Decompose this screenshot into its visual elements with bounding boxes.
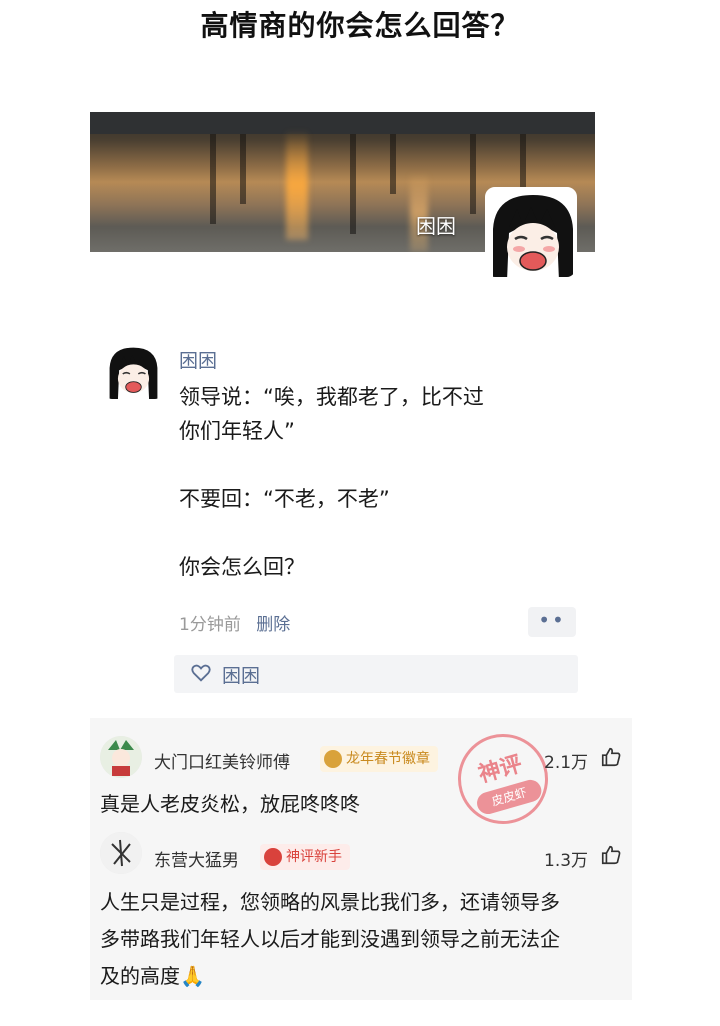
- author-avatar[interactable]: [106, 344, 161, 399]
- dragon-badge-icon: [324, 750, 342, 768]
- comments-section: 神评 皮皮虾 大门口红美铃师傅 龙年春节徽章 2.1万 真是人老皮炎松，放屁咚咚…: [90, 718, 632, 1000]
- comment-text-line: 人生只是过程，您领略的风景比我们多，还请领导多: [100, 890, 560, 914]
- post-line: 你们年轻人”: [179, 419, 295, 443]
- character-avatar-icon: [100, 736, 142, 778]
- hot-comment-stamp: 神评 皮皮虾: [447, 723, 559, 835]
- user-badge[interactable]: 龙年春节徽章: [320, 746, 438, 772]
- profile-avatar[interactable]: [485, 187, 577, 279]
- commenter-name[interactable]: 东营大猛男: [154, 846, 239, 871]
- page-title: 高情商的你会怎么回答？: [200, 9, 520, 42]
- comment-like-count: 1.3万: [544, 851, 589, 871]
- anime-girl-avatar-icon: [487, 189, 575, 277]
- comment-text: 真是人老皮炎松，放屁咚咚咚: [100, 792, 360, 816]
- post-line: 你会怎么回？: [179, 555, 305, 579]
- post-line: 不要回：“不老，不老”: [179, 487, 390, 511]
- thumbs-up-icon[interactable]: [600, 746, 622, 768]
- banner-username: 困困: [416, 214, 456, 238]
- post-line: 领导说：“唉，我都老了，比不过: [179, 385, 484, 409]
- post-body: 领导说：“唉，我都老了，比不过 你们年轻人” 不要回：“不老，不老” 你会怎么回…: [179, 380, 579, 584]
- like-bar: 困困: [174, 655, 578, 693]
- comment-like-count: 2.1万: [544, 753, 589, 773]
- user-badge[interactable]: 神评新手: [260, 844, 350, 870]
- more-options-button[interactable]: ••: [528, 607, 576, 637]
- liker-name[interactable]: 困困: [222, 661, 260, 688]
- thumbs-up-icon[interactable]: [600, 844, 622, 866]
- comment-text-line: 及的高度🙏: [100, 964, 205, 988]
- sketch-avatar-icon: [100, 832, 142, 874]
- heart-icon: [191, 664, 211, 682]
- post-meta: 1分钟前 删除: [179, 610, 290, 635]
- shield-badge-icon: [264, 848, 282, 866]
- delete-button[interactable]: 删除: [256, 615, 290, 635]
- anime-girl-avatar-icon: [106, 344, 161, 399]
- commenter-name[interactable]: 大门口红美铃师傅: [154, 748, 290, 773]
- post-card: 困困 困困 领导说：“唉，我都老了，比不过 你们年轻人” 不要回：“不老，不老”…: [90, 112, 595, 702]
- post-author-name[interactable]: 困困: [179, 346, 217, 373]
- commenter-avatar[interactable]: [100, 832, 142, 874]
- comment-text-line: 多带路我们年轻人以后才能到没遇到领导之前无法企: [100, 927, 560, 951]
- post-time: 1分钟前: [179, 615, 241, 635]
- commenter-avatar[interactable]: [100, 736, 142, 778]
